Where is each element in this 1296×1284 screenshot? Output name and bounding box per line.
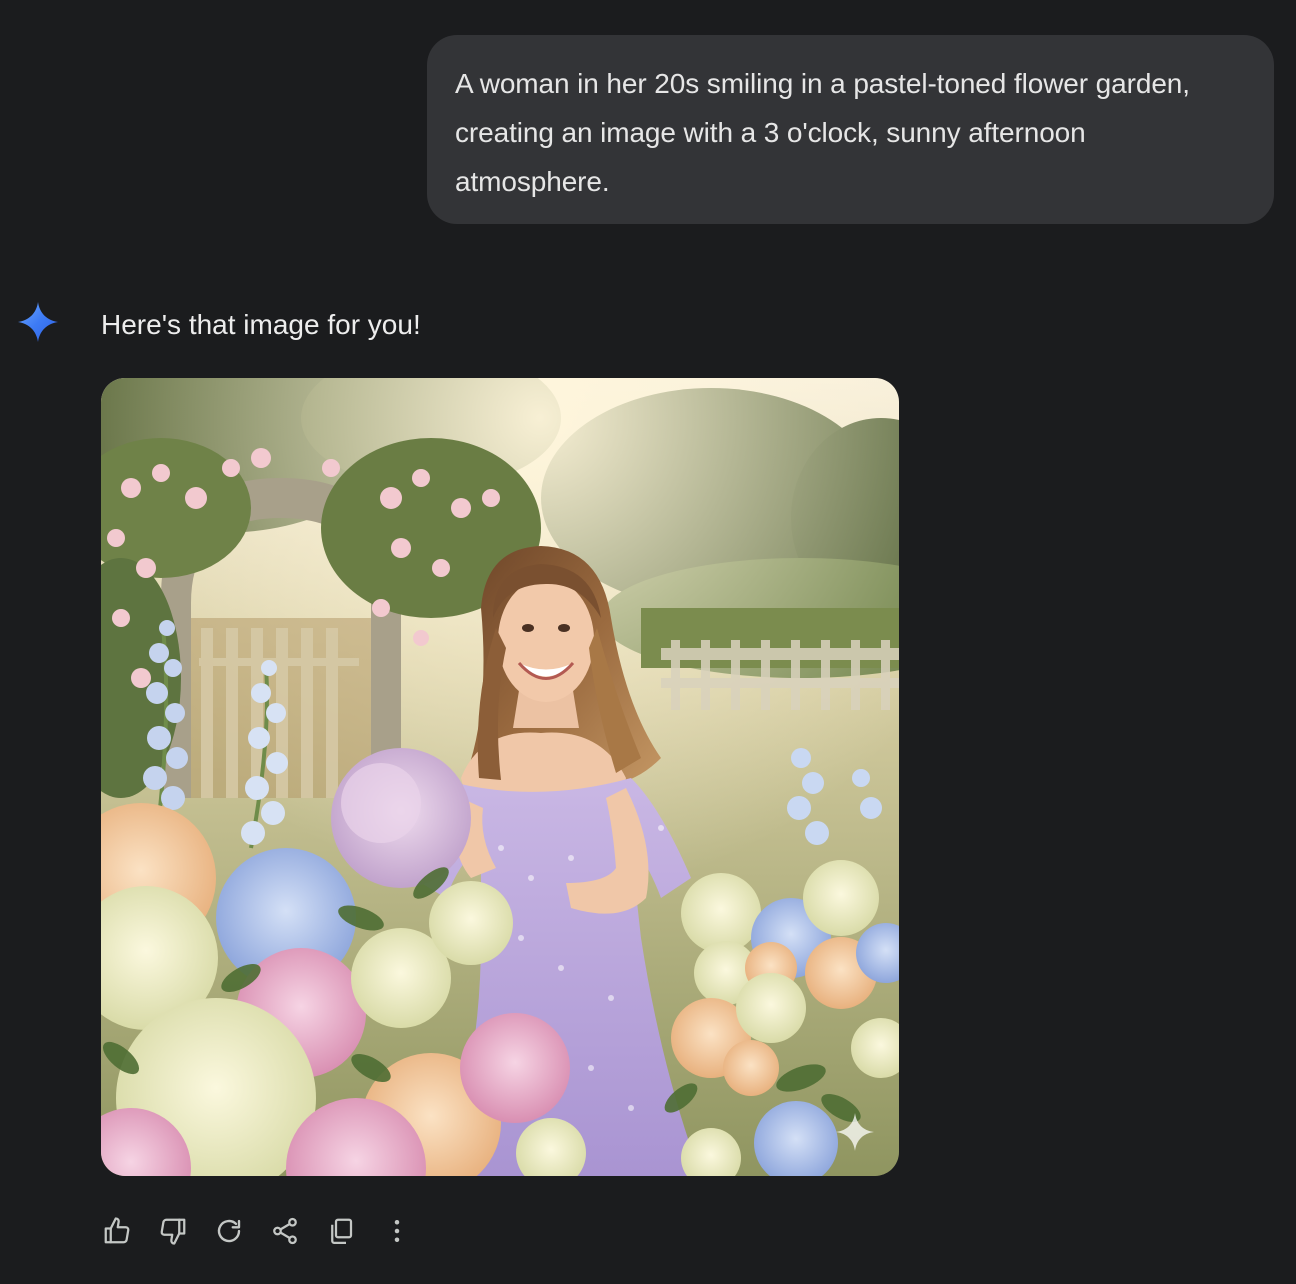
- gemini-sparkle-icon: [17, 301, 59, 343]
- regenerate-button[interactable]: [210, 1212, 248, 1250]
- thumbs-up-button[interactable]: [98, 1212, 136, 1250]
- copy-icon: [331, 1218, 353, 1244]
- chat-page: A woman in her 20s smiling in a pastel-t…: [0, 0, 1296, 1284]
- share-button[interactable]: [266, 1212, 304, 1250]
- share-icon: [273, 1217, 297, 1245]
- thumbs-down-icon: [160, 1218, 186, 1245]
- generated-image[interactable]: [101, 378, 899, 1176]
- thumbs-up-icon: [104, 1217, 130, 1244]
- thumbs-down-button[interactable]: [154, 1212, 192, 1250]
- copy-button[interactable]: [322, 1212, 360, 1250]
- regenerate-icon: [217, 1219, 241, 1243]
- user-message-text: A woman in her 20s smiling in a pastel-t…: [455, 68, 1190, 197]
- more-vert-icon: [394, 1220, 400, 1242]
- user-message-bubble: A woman in her 20s smiling in a pastel-t…: [427, 35, 1274, 224]
- response-actions: [98, 1210, 434, 1252]
- assistant-reply-text: Here's that image for you!: [101, 309, 421, 340]
- more-options-button[interactable]: [378, 1212, 416, 1250]
